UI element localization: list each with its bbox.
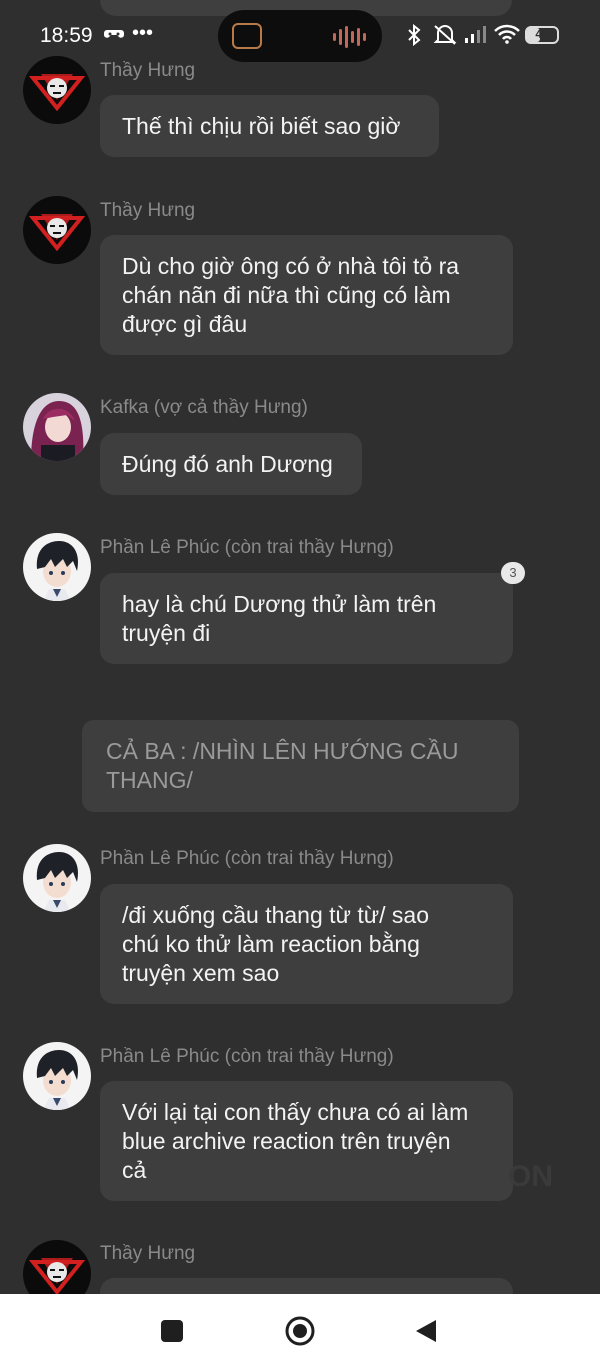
- message-text: Đúng đó anh Dương: [122, 450, 333, 477]
- battery-icon: 43: [525, 26, 559, 44]
- back-triangle-icon[interactable]: [396, 1294, 456, 1367]
- bluetooth-icon: [404, 23, 424, 51]
- message-bubble[interactable]: /đi xuống cầu thang từ từ/ sao chú ko th…: [100, 884, 513, 1004]
- status-bar: 18:59 ••• 43: [0, 0, 600, 70]
- app-thumbnail-icon: [232, 23, 262, 49]
- narration-box: CẢ BA : /NHÌN LÊN HƯỚNG CẦU THANG/: [82, 720, 519, 812]
- demon-mask-avatar[interactable]: [23, 56, 91, 124]
- game-controller-icon: [104, 26, 124, 47]
- sender-name: Thầy Hưng: [100, 200, 196, 221]
- sender-name: Kafka (vợ cả thầy Hưng): [100, 397, 308, 418]
- audio-wave-icon: [333, 26, 366, 48]
- dark-hair-boy-avatar[interactable]: [23, 1042, 91, 1110]
- sender-name: Phần Lê Phúc (còn trai thầy Hưng): [100, 1046, 394, 1067]
- mute-icon: [432, 24, 458, 51]
- battery-level-text: 43: [535, 27, 549, 41]
- narration-text: CẢ BA : /NHÌN LÊN HƯỚNG CẦU THANG/: [106, 738, 459, 793]
- dark-hair-boy-avatar[interactable]: [23, 533, 91, 601]
- sender-name: Thầy Hưng: [100, 60, 196, 81]
- wifi-icon: [494, 24, 520, 49]
- more-dots-icon: •••: [132, 22, 154, 44]
- watermark: ON: [508, 1160, 553, 1193]
- message-bubble[interactable]: hay là chú Dương thử làm trên truyện đi: [100, 573, 513, 664]
- recents-square-icon[interactable]: [142, 1294, 202, 1367]
- sender-name: Phần Lê Phúc (còn trai thầy Hưng): [100, 537, 394, 558]
- signal-icon: [464, 24, 488, 49]
- message-bubble[interactable]: Dù cho giờ ông có ở nhà tôi tỏ ra chán n…: [100, 235, 513, 355]
- message-text: /đi xuống cầu thang từ từ/ sao chú ko th…: [122, 901, 429, 986]
- message-bubble[interactable]: Đúng đó anh Dương: [100, 433, 362, 495]
- message-text: Dù cho giờ ông có ở nhà tôi tỏ ra chán n…: [122, 252, 460, 337]
- dark-hair-boy-avatar[interactable]: [23, 844, 91, 912]
- home-circle-icon[interactable]: [270, 1294, 330, 1367]
- navigation-bar: [0, 1294, 600, 1367]
- reaction-count-badge[interactable]: 3: [501, 562, 525, 584]
- demon-mask-avatar[interactable]: [23, 196, 91, 264]
- message-text: Với lại tại con thấy chưa có ai làm blue…: [122, 1098, 469, 1183]
- purple-hair-avatar[interactable]: [23, 393, 91, 461]
- status-time: 18:59: [40, 24, 93, 47]
- message-bubble[interactable]: Thế thì chịu rồi biết sao giờ: [100, 95, 439, 157]
- sender-name: Phần Lê Phúc (còn trai thầy Hưng): [100, 848, 394, 869]
- message-text: Thế thì chịu rồi biết sao giờ: [122, 112, 401, 139]
- message-bubble[interactable]: Với lại tại con thấy chưa có ai làm blue…: [100, 1081, 513, 1201]
- sender-name: Thầy Hưng: [100, 1243, 196, 1264]
- dynamic-island: [218, 10, 382, 62]
- message-text: hay là chú Dương thử làm trên truyện đi: [122, 590, 437, 646]
